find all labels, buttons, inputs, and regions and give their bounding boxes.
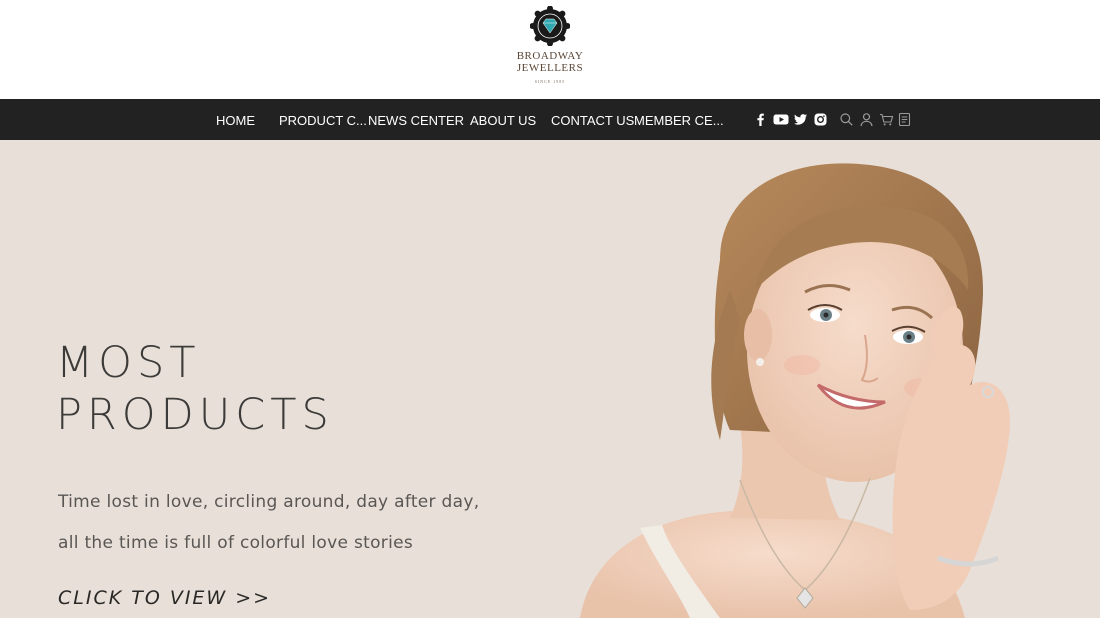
hero-title-line1: MOST [56,338,201,388]
brand-name-line1: BROADWAY [516,50,584,62]
hero-tagline-line2: all the time is full of colorful love st… [58,533,414,553]
search-icon[interactable] [839,112,854,127]
nav-member-center[interactable]: MEMBER CE... [634,99,724,140]
hero-tagline-line1: Time lost in love, circling around, day … [58,492,480,512]
brand-name-line2: JEWELLERS [516,62,584,74]
diamond-emblem-icon [529,5,571,47]
hero-title-line2: PRODUCTS [56,390,334,440]
click-to-view-link[interactable]: CLICK TO VIEW >> [58,587,271,609]
hero-banner[interactable]: MOST PRODUCTS Time lost in love, circlin… [0,140,1100,618]
instagram-icon[interactable] [813,112,828,127]
twitter-icon[interactable] [793,112,808,127]
cart-icon[interactable] [879,112,894,127]
nav-home[interactable]: HOME [216,99,255,140]
main-nav: HOME PRODUCT C... NEWS CENTER ABOUT US C… [0,99,1100,140]
youtube-icon[interactable] [773,112,789,127]
user-icon[interactable] [859,112,874,127]
nav-about-us[interactable]: ABOUT US [470,99,536,140]
brand-logo[interactable]: BROADWAY JEWELLERS SINCE 1985 [508,5,592,90]
orders-icon[interactable] [897,112,912,127]
site-header: BROADWAY JEWELLERS SINCE 1985 [0,0,1100,99]
nav-news-center[interactable]: NEWS CENTER [368,99,464,140]
nav-contact-us[interactable]: CONTACT US [551,99,634,140]
model-photo [580,163,1010,618]
facebook-icon[interactable] [753,112,768,127]
brand-since: SINCE 1985 [534,79,566,84]
nav-product-center[interactable]: PRODUCT C... [279,99,367,140]
